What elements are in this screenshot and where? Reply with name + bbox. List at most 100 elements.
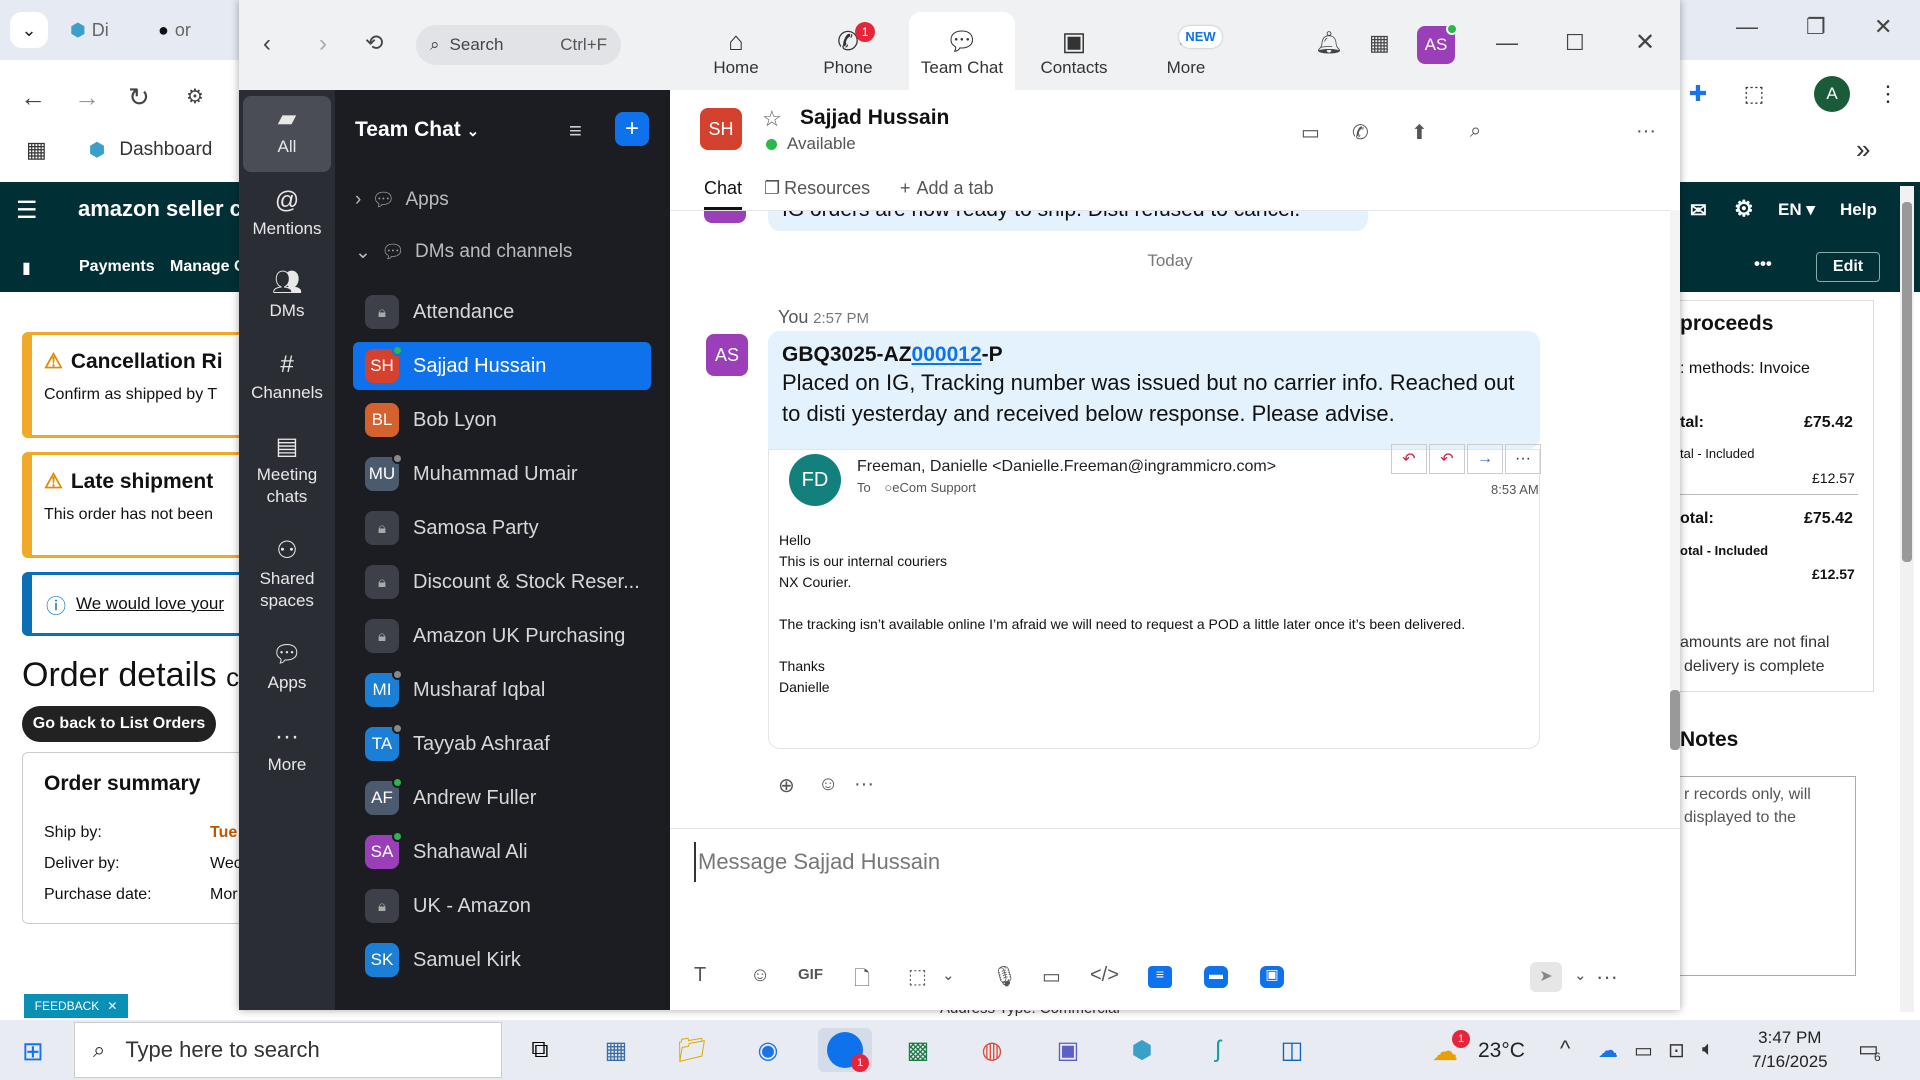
notification-center-icon[interactable]: ▭ 6 [1858,1036,1881,1064]
rail-meeting-chats[interactable]: ▤ Meeting chats [243,430,331,508]
scrollbar-thumb[interactable] [1902,202,1912,562]
app-icon[interactable]: ⬢ [1120,1028,1164,1072]
email-screenshot[interactable]: FD Freeman, Danielle <Danielle.Freeman@i… [768,444,1541,749]
tab-chat[interactable]: Chat [704,178,743,210]
bell-icon[interactable]: 🔔︎ [1315,30,1343,56]
weather-temp[interactable]: 23°C [1478,1039,1525,1063]
restore-icon[interactable]: ❐ [1806,14,1826,40]
tab-more[interactable]: ··NEW More [1133,12,1239,90]
volume-icon[interactable]: 🔈︎ [1702,1038,1714,1061]
rail-dms[interactable]: 👥︎ DMs [243,266,331,322]
list-item-andrew-fuller[interactable]: AF Andrew Fuller [353,774,651,822]
forward-arrow-icon[interactable]: › [319,30,327,58]
rail-all[interactable]: ▰ All [243,96,331,172]
chevron-right-icon[interactable]: » [1856,134,1870,165]
mail-icon[interactable]: ✉ [1690,198,1707,223]
back-icon[interactable]: ← [20,82,46,113]
calendar-icon[interactable]: ▦ [1369,30,1390,56]
more-dots-icon[interactable]: ··· [854,773,874,796]
tab-home[interactable]: ⌂ Home [683,12,789,90]
close-icon[interactable]: ✕ [107,999,117,1013]
message-input[interactable]: Message Sajjad Hussain [694,842,1654,882]
order-link[interactable]: 000012 [912,343,982,366]
chevron-down-icon[interactable]: ⌄ [942,966,955,984]
list-item-amazon-uk-purchasing[interactable]: 🔒︎ Amazon UK Purchasing [353,612,651,660]
send-icon[interactable]: ➤ [1530,962,1562,992]
settings-gear-icon[interactable]: ⚙ [1734,196,1754,222]
edge-icon[interactable]: ◉ [746,1028,790,1072]
maximize-icon[interactable]: ☐ [1565,30,1585,56]
list-item-musharaf-iqbal[interactable]: MI Musharaf Iqbal [353,666,651,714]
page-scrollbar[interactable] [1900,186,1914,1012]
language-select[interactable]: EN ▾ [1778,200,1815,220]
reload-icon[interactable]: ↻ [128,82,150,113]
chrome-icon[interactable]: ◍ [970,1028,1014,1072]
feedback-link[interactable]: We would love your [76,594,224,614]
rail-shared-spaces[interactable]: ⚇ Shared spaces [243,534,331,612]
calculator-icon[interactable]: ▦ [594,1028,638,1072]
tab-team-chat[interactable]: 💬︎ Team Chat [909,12,1015,90]
tab-list-dropdown[interactable]: ⌄ [10,12,48,48]
docs-icon[interactable]: ≡ [1148,966,1172,988]
outlook-icon[interactable]: ◫ [1270,1028,1314,1072]
new-chat-button[interactable]: + [615,112,649,146]
gif-icon[interactable]: GIF [798,966,823,983]
browser-tab-1[interactable]: ⬢ Di [70,16,120,44]
profile-avatar[interactable]: A [1814,76,1850,112]
scrollbar-thumb[interactable] [1670,690,1680,750]
reply-thread-icon[interactable]: ⊕ [778,773,795,798]
menu-dots-icon[interactable]: ⋮ [1870,76,1906,112]
battery-icon[interactable]: ▭ [1634,1038,1653,1063]
windows-start-icon[interactable]: ⊞ [22,1036,44,1067]
more-dots-icon[interactable]: ··· [1596,964,1618,990]
filter-icon[interactable]: ≡ [569,118,582,144]
zoom-taskbar-icon[interactable]: 1 [818,1028,872,1072]
tab-phone[interactable]: ✆ 1 Phone [795,12,901,90]
contact-name[interactable]: Sajjad Hussain [800,106,949,130]
minimize-icon[interactable]: — [1736,14,1758,40]
bookmark-icon[interactable]: ▮ [22,258,31,278]
format-text-icon[interactable]: T [694,964,706,987]
teams-icon[interactable]: ▣ [1046,1028,1090,1072]
file-icon[interactable]: 🗋︎ [854,964,870,998]
phone-icon[interactable]: ✆ [1352,120,1369,145]
onedrive-icon[interactable]: ☁ [1598,1038,1618,1063]
sway-icon[interactable]: ʃ [1196,1028,1240,1072]
chevron-down-icon[interactable]: ⌄ [1574,966,1587,984]
browser-tab-2[interactable]: ● or [158,16,208,44]
list-item-discount-stock[interactable]: 🔒︎ Discount & Stock Reser... [353,558,651,606]
list-item-shahawal-ali[interactable]: SA Shahawal Ali [353,828,651,876]
file-explorer-icon[interactable]: 📁︎ [670,1028,714,1072]
more-dots-icon[interactable]: ••• [1754,254,1772,274]
puzzle-icon[interactable]: ⬚ [1736,76,1772,112]
emoji-icon[interactable]: ☺ [750,964,770,987]
contact-avatar[interactable]: SH [700,108,742,150]
apps-grid-icon[interactable]: ▦ [26,137,47,163]
notes-textarea[interactable] [1680,776,1856,976]
microphone-icon[interactable]: 🎙︎ [992,964,1017,989]
hamburger-icon[interactable]: ☰ [16,196,38,225]
clock[interactable]: 3:47 PM 7/16/2025 [1752,1026,1828,1074]
nav-manage[interactable]: Manage C [170,258,246,276]
profile-avatar[interactable]: AS [1417,23,1458,64]
list-item-attendance[interactable]: 🔒︎ Attendance [353,288,651,336]
zoom-app-icon[interactable]: ▣ [1260,966,1284,988]
weather-icon[interactable]: ☁ 1 [1432,1030,1470,1067]
message-bubble[interactable]: GBQ3025-AZ000012-P Placed on IG, Trackin… [768,331,1540,449]
search-box[interactable]: ⌕ Search Ctrl+F [416,25,621,65]
more-dots-icon[interactable]: ··· [1636,120,1656,143]
section-apps[interactable]: › 💬︎ Apps [355,188,449,212]
section-dms-channels[interactable]: ⌄ 💬︎ DMs and channels [355,240,572,264]
close-icon[interactable]: ✕ [1874,14,1892,40]
extension-icon[interactable]: ✚ [1680,76,1716,112]
rail-more[interactable]: ··· More [243,720,331,776]
list-item-sajjad-hussain[interactable]: SH Sajjad Hussain [353,342,651,390]
list-item-muhammad-umair[interactable]: MU Muhammad Umair [353,450,651,498]
chevron-up-icon[interactable]: ^ [1560,1036,1570,1062]
back-arrow-icon[interactable]: ‹ [263,30,271,58]
forward-icon[interactable]: → [74,82,100,113]
star-icon[interactable]: ☆ [762,106,782,132]
network-icon[interactable]: ⊡ [1668,1038,1685,1063]
list-item-tayyab-ashraaf[interactable]: TA Tayyab Ashraaf [353,720,651,768]
share-screen-icon[interactable]: ⬆ [1411,120,1428,145]
